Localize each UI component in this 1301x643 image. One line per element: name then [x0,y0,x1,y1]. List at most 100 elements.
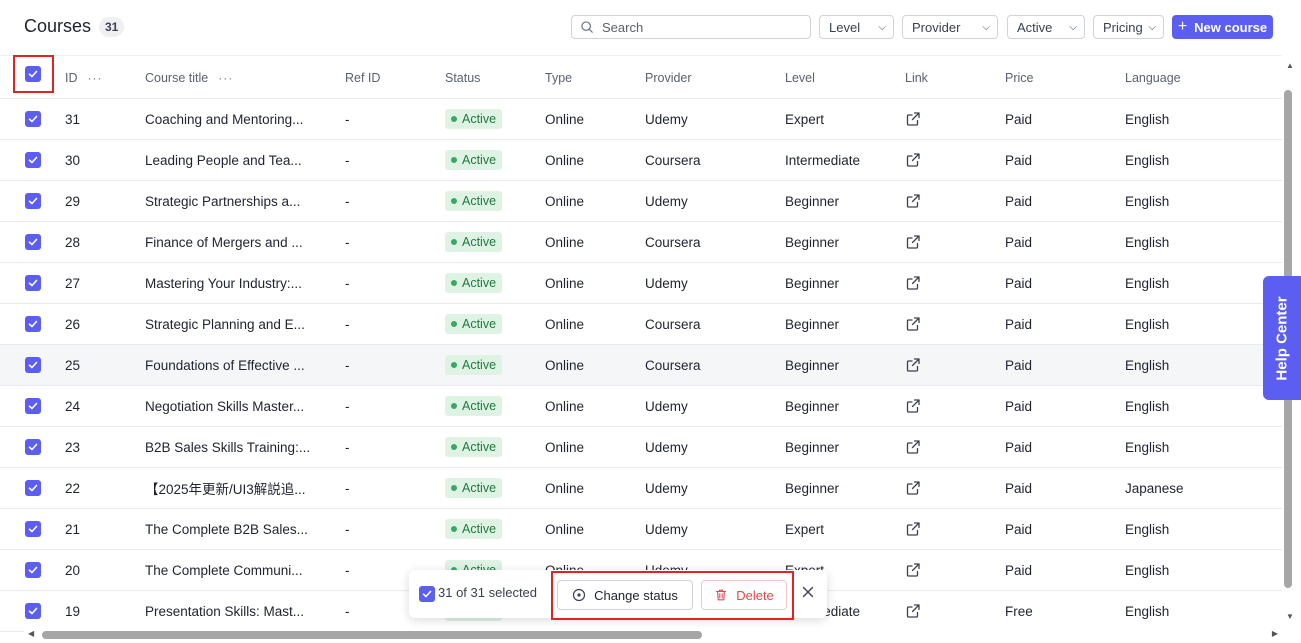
table-row[interactable]: 29 Strategic Partnerships a... - Active Onli… [0,181,1282,222]
external-link-icon[interactable] [905,193,921,209]
row-checkbox[interactable] [25,234,41,250]
chevron-down-icon: ⌵ [982,21,990,33]
scroll-down-icon[interactable]: ▼ [1286,612,1294,621]
row-checkbox[interactable] [25,603,41,619]
external-link-icon[interactable] [905,275,921,291]
table-row[interactable]: 23 B2B Sales Skills Training:... - Active On… [0,427,1282,468]
pricing-filter[interactable]: Pricing ⌵ [1093,15,1164,39]
cell-course-title[interactable]: Mastering Your Industry:... [145,263,320,303]
cell-link[interactable] [905,509,921,549]
column-id[interactable]: ID ··· [65,56,103,99]
external-link-icon[interactable] [905,439,921,455]
status-badge: Active [445,519,503,539]
cell-link[interactable] [905,591,921,631]
cell-course-title[interactable]: Finance of Mergers and ... [145,222,320,262]
cell-link[interactable] [905,550,921,590]
status-dot [451,403,457,409]
search-box[interactable] [571,15,811,39]
status-badge: Active [445,109,503,129]
table-row[interactable]: 31 Coaching and Mentoring... - Active Online… [0,99,1282,140]
table-row[interactable]: 30 Leading People and Tea... - Active Online… [0,140,1282,181]
close-icon[interactable] [800,584,816,600]
column-provider[interactable]: Provider [645,56,692,99]
cell-link[interactable] [905,304,921,344]
cell-course-title[interactable]: Strategic Planning and E... [145,304,320,344]
cell-link[interactable] [905,386,921,426]
more-icon[interactable]: ··· [88,71,103,85]
row-checkbox[interactable] [25,562,41,578]
row-checkbox[interactable] [25,152,41,168]
horizontal-scroll-thumb[interactable] [42,631,702,639]
cell-course-title[interactable]: B2B Sales Skills Training:... [145,427,320,467]
cell-course-title[interactable]: 【2025年更新/UI3解説追... [145,468,320,508]
new-course-button[interactable]: + New course [1172,15,1273,39]
cell-course-title[interactable]: Coaching and Mentoring... [145,99,320,139]
table-row[interactable]: 24 Negotiation Skills Master... - Active Onl… [0,386,1282,427]
table-row[interactable]: 25 Foundations of Effective ... - Active Onl… [0,345,1282,386]
row-checkbox[interactable] [25,521,41,537]
cell-link[interactable] [905,263,921,303]
table-row[interactable]: 26 Strategic Planning and E... - Active Onli… [0,304,1282,345]
column-course-title[interactable]: Course title ··· [145,56,233,99]
cell-course-title[interactable]: Strategic Partnerships a... [145,181,320,221]
external-link-icon[interactable] [905,111,921,127]
cell-course-title[interactable]: Foundations of Effective ... [145,345,320,385]
external-link-icon[interactable] [905,234,921,250]
row-checkbox[interactable] [25,316,41,332]
table-row[interactable]: 21 The Complete B2B Sales... - Active Online… [0,509,1282,550]
column-status[interactable]: Status [445,56,480,99]
row-checkbox[interactable] [25,357,41,373]
external-link-icon[interactable] [905,480,921,496]
horizontal-scrollbar[interactable]: ◀ ▶ [24,627,1282,643]
checkmark-icon [28,115,38,123]
external-link-icon[interactable] [905,357,921,373]
cell-course-title[interactable]: Negotiation Skills Master... [145,386,320,426]
row-checkbox[interactable] [25,398,41,414]
cell-id: 19 [65,603,81,619]
selection-checkbox[interactable] [419,586,435,602]
table-row[interactable]: 27 Mastering Your Industry:... - Active Onli… [0,263,1282,304]
scroll-left-icon[interactable]: ◀ [28,629,34,638]
row-checkbox[interactable] [25,480,41,496]
cell-link[interactable] [905,222,921,262]
column-language[interactable]: Language [1125,56,1181,99]
help-center-tab[interactable]: Help Center [1263,276,1301,400]
search-input[interactable] [602,19,802,35]
external-link-icon[interactable] [905,398,921,414]
external-link-icon[interactable] [905,521,921,537]
column-level[interactable]: Level [785,56,815,99]
cell-type: Online [545,316,585,332]
column-ref-id[interactable]: Ref ID [345,56,380,99]
provider-filter[interactable]: Provider ⌵ [902,15,998,39]
external-link-icon[interactable] [905,562,921,578]
cell-link[interactable] [905,140,921,180]
active-filter[interactable]: Active ⌵ [1007,15,1085,39]
row-checkbox[interactable] [25,439,41,455]
scroll-up-icon[interactable]: ▲ [1286,61,1294,70]
level-filter[interactable]: Level ⌵ [819,15,894,39]
cell-price: Free [1005,603,1033,619]
table-row[interactable]: 28 Finance of Mergers and ... - Active Onlin… [0,222,1282,263]
cell-link[interactable] [905,427,921,467]
cell-link[interactable] [905,468,921,508]
cell-course-title[interactable]: The Complete Communi... [145,550,320,590]
cell-course-title[interactable]: Leading People and Tea... [145,140,320,180]
column-type[interactable]: Type [545,56,572,99]
column-link[interactable]: Link [905,56,928,99]
cell-course-title[interactable]: The Complete B2B Sales... [145,509,320,549]
cell-link[interactable] [905,181,921,221]
cell-course-title[interactable]: Presentation Skills: Mast... [145,591,320,631]
column-price[interactable]: Price [1005,56,1033,99]
row-checkbox[interactable] [25,193,41,209]
external-link-icon[interactable] [905,603,921,619]
row-checkbox[interactable] [25,111,41,127]
status-badge: Active [445,478,503,498]
more-icon[interactable]: ··· [218,71,233,85]
external-link-icon[interactable] [905,316,921,332]
row-checkbox[interactable] [25,275,41,291]
scroll-right-icon[interactable]: ▶ [1272,629,1278,638]
external-link-icon[interactable] [905,152,921,168]
table-row[interactable]: 22 【2025年更新/UI3解説追... - Active Online Udemy Be… [0,468,1282,509]
cell-link[interactable] [905,99,921,139]
cell-link[interactable] [905,345,921,385]
